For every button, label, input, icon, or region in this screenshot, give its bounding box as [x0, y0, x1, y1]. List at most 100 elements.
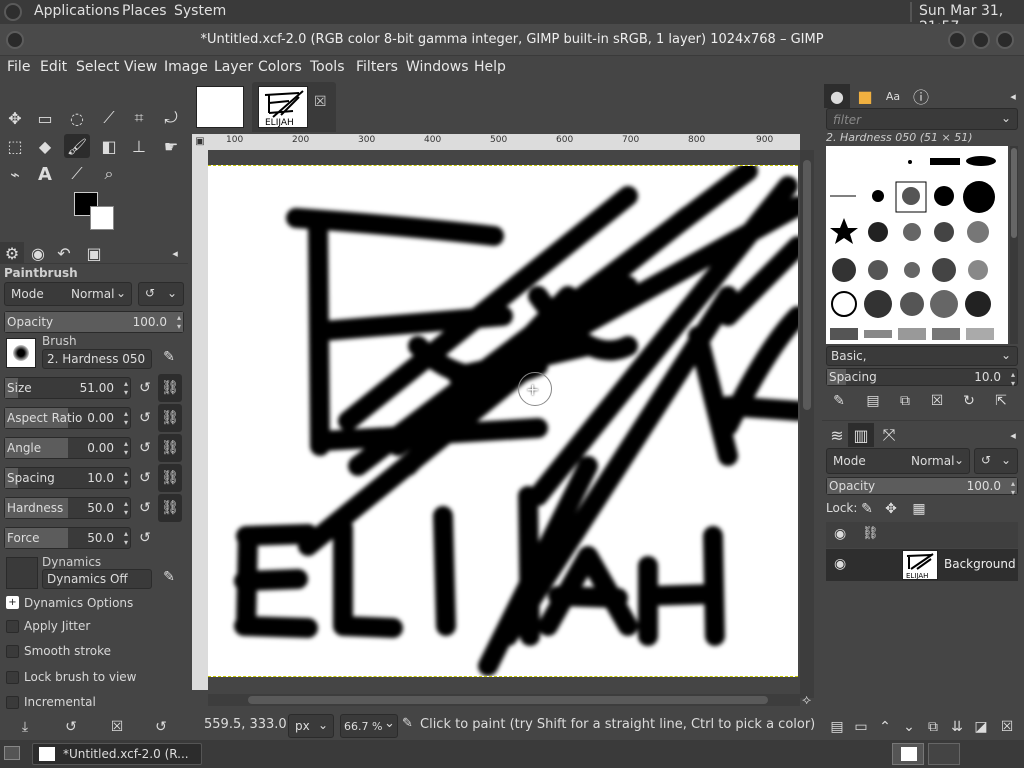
smudge-tool-icon[interactable]: ☛ — [158, 134, 184, 158]
dock-menu-icon[interactable]: ◂ — [1000, 84, 1024, 108]
lock-alpha-icon[interactable]: ▦ — [908, 498, 930, 520]
incremental-checkbox[interactable] — [6, 696, 19, 709]
workspace-switcher[interactable] — [892, 743, 924, 765]
dynamics-name-field[interactable]: Dynamics Off — [42, 569, 152, 589]
quick-mask-corner-icon[interactable]: ▣ — [192, 134, 208, 150]
param-slider-spacing[interactable]: Spacing 10.0 ▴ ▾ — [4, 467, 131, 489]
reset-param-icon[interactable]: ↺ — [134, 527, 156, 549]
duplicate-brush-icon[interactable]: ⧉ — [894, 390, 916, 412]
vertical-scrollbar[interactable] — [800, 150, 814, 698]
reset-param-icon[interactable]: ↺ — [134, 497, 156, 519]
menu-edit[interactable]: Edit — [40, 59, 67, 75]
unit-select[interactable]: px ⌄ — [288, 714, 334, 738]
link-param-icon[interactable]: ⛓ — [158, 434, 182, 462]
new-brush-icon[interactable]: ▤ — [862, 390, 884, 412]
brush-grid[interactable] — [826, 146, 1008, 344]
menu-file[interactable]: File — [7, 59, 30, 75]
navigate-icon[interactable]: ⟡ — [802, 692, 811, 708]
show-desktop-icon[interactable] — [4, 746, 20, 760]
brush-tag-select[interactable]: Basic, ⌄ — [826, 346, 1018, 366]
edit-dynamics-icon[interactable]: ✎ — [158, 566, 180, 588]
new-layer-icon[interactable]: ▤ — [826, 716, 848, 738]
spin-icon[interactable]: ▴ ▾ — [124, 409, 128, 427]
link-param-icon[interactable]: ⛓ — [158, 494, 182, 522]
horizontal-ruler[interactable]: 100 200 300 400 500 600 700 800 900 — [208, 134, 800, 150]
open-brush-as-image-icon[interactable]: ⇱ — [990, 390, 1012, 412]
menu-select[interactable]: Select — [76, 59, 119, 75]
fuzzy-select-tool-icon[interactable]: ⟋ — [96, 106, 122, 130]
eraser-tool-icon[interactable]: ◧ — [96, 134, 122, 158]
workspace-switcher-2[interactable] — [928, 743, 960, 765]
layer-opacity-slider[interactable]: Opacity 100.0 ▴ ▾ — [826, 477, 1018, 497]
undo-history-tab-icon[interactable]: ↶ — [52, 242, 76, 264]
spin-icon[interactable]: ▴ ▾ — [124, 499, 128, 517]
paintbrush-tool-icon[interactable]: 🖌 — [64, 134, 90, 158]
warp-tool-icon[interactable]: ⬚ — [2, 134, 28, 158]
brush-grid-scroll-thumb[interactable] — [1011, 148, 1017, 238]
spin-icon[interactable]: ▴ ▾ — [1011, 479, 1015, 497]
places-menu[interactable]: Places — [122, 3, 167, 19]
channels-tab-icon[interactable]: ▥ — [848, 423, 874, 447]
fonts-tab-icon[interactable]: Aa — [880, 84, 906, 108]
spin-icon[interactable]: ▴ ▾ — [124, 529, 128, 547]
images-tab-icon[interactable]: ▣ — [82, 242, 106, 264]
brush-grid-scrollbar[interactable] — [1010, 146, 1018, 344]
image-tab-blank[interactable] — [196, 86, 244, 128]
restore-options-icon[interactable]: ↺ — [60, 716, 82, 738]
menu-layer[interactable]: Layer — [214, 59, 253, 75]
reset-options-icon[interactable]: ↺ — [150, 716, 172, 738]
menu-view[interactable]: View — [124, 59, 157, 75]
applications-menu[interactable]: Applications — [34, 3, 120, 19]
menu-windows[interactable]: Windows — [406, 59, 469, 75]
background-color-swatch[interactable] — [90, 206, 114, 230]
new-layer-group-icon[interactable]: ▭ — [850, 716, 872, 738]
text-tool-icon[interactable]: A — [32, 162, 58, 186]
rect-select-tool-icon[interactable]: ▭ — [32, 106, 58, 130]
reset-param-icon[interactable]: ↺ — [134, 437, 156, 459]
smooth-stroke-checkbox[interactable] — [6, 645, 19, 658]
minimize-button[interactable] — [948, 31, 966, 49]
layer-mode-select[interactable]: Mode Normal ⌄ — [826, 448, 970, 474]
menu-help[interactable]: Help — [474, 59, 506, 75]
task-gimp-window[interactable]: *Untitled.xcf-2.0 (R... — [32, 743, 202, 765]
crop-tool-icon[interactable]: ⌗ — [126, 106, 152, 130]
param-slider-angle[interactable]: Angle 0.00 ▴ ▾ — [4, 437, 131, 459]
help-tab-icon[interactable]: ⓘ — [908, 84, 934, 108]
horizontal-scroll-thumb[interactable] — [248, 696, 768, 704]
system-menu[interactable]: System — [174, 3, 226, 19]
horizontal-scrollbar[interactable] — [208, 694, 800, 706]
bucket-fill-tool-icon[interactable]: ◆ — [32, 134, 58, 158]
zoom-tool-icon[interactable]: ⌕ — [96, 162, 122, 186]
apply-jitter-label[interactable]: Apply Jitter — [24, 619, 90, 633]
image-tab-active[interactable]: ELIJAH ☒ — [252, 82, 336, 132]
add-mask-icon[interactable]: ◪ — [970, 716, 992, 738]
color-picker-tool-icon[interactable]: ⟋ — [64, 162, 90, 186]
vertical-scroll-thumb[interactable] — [803, 160, 811, 410]
brush-name-field[interactable]: 2. Hardness 050 — [42, 349, 152, 369]
edit-brush-icon[interactable]: ✎ — [158, 346, 180, 368]
raise-layer-icon[interactable]: ⌃ — [874, 716, 896, 738]
brush-spacing-slider[interactable]: Spacing 10.0 ▴ ▾ — [826, 368, 1018, 388]
incremental-label[interactable]: Incremental — [24, 695, 96, 709]
spin-icon[interactable]: ▴ ▾ — [124, 469, 128, 487]
brush-preview[interactable] — [6, 338, 36, 368]
image-canvas[interactable]: + — [208, 165, 798, 677]
mode-select[interactable]: Mode Normal ⌄ — [4, 282, 132, 306]
refresh-brushes-icon[interactable]: ↻ — [958, 390, 980, 412]
opacity-slider[interactable]: Opacity 100.0 ▴ ▾ — [4, 311, 184, 333]
distro-logo-icon[interactable] — [4, 3, 22, 21]
spin-icon[interactable]: ▴ ▾ — [1011, 370, 1015, 388]
reset-param-icon[interactable]: ↺ — [134, 467, 156, 489]
link-param-icon[interactable]: ⛓ — [158, 464, 182, 492]
layer-name[interactable]: Background — [944, 557, 1016, 571]
dock-menu-icon[interactable]: ◂ — [1000, 423, 1024, 447]
mode-reset-dropdown[interactable]: ↺ ⌄ — [138, 282, 184, 306]
window-titlebar[interactable]: *Untitled.xcf-2.0 (RGB color 8-bit gamma… — [0, 24, 1024, 56]
param-slider-size[interactable]: Size 51.00 ▴ ▾ — [4, 377, 131, 399]
paths-tab-icon[interactable]: ⤧ — [876, 423, 902, 447]
chevron-down-icon[interactable]: ⌄ — [384, 716, 395, 731]
layers-tab-icon[interactable]: ≋ — [824, 423, 850, 447]
param-slider-hardness[interactable]: Hardness 50.0 ▴ ▾ — [4, 497, 131, 519]
lock-brush-label[interactable]: Lock brush to view — [24, 670, 137, 684]
delete-layer-icon[interactable]: ☒ — [996, 716, 1018, 738]
